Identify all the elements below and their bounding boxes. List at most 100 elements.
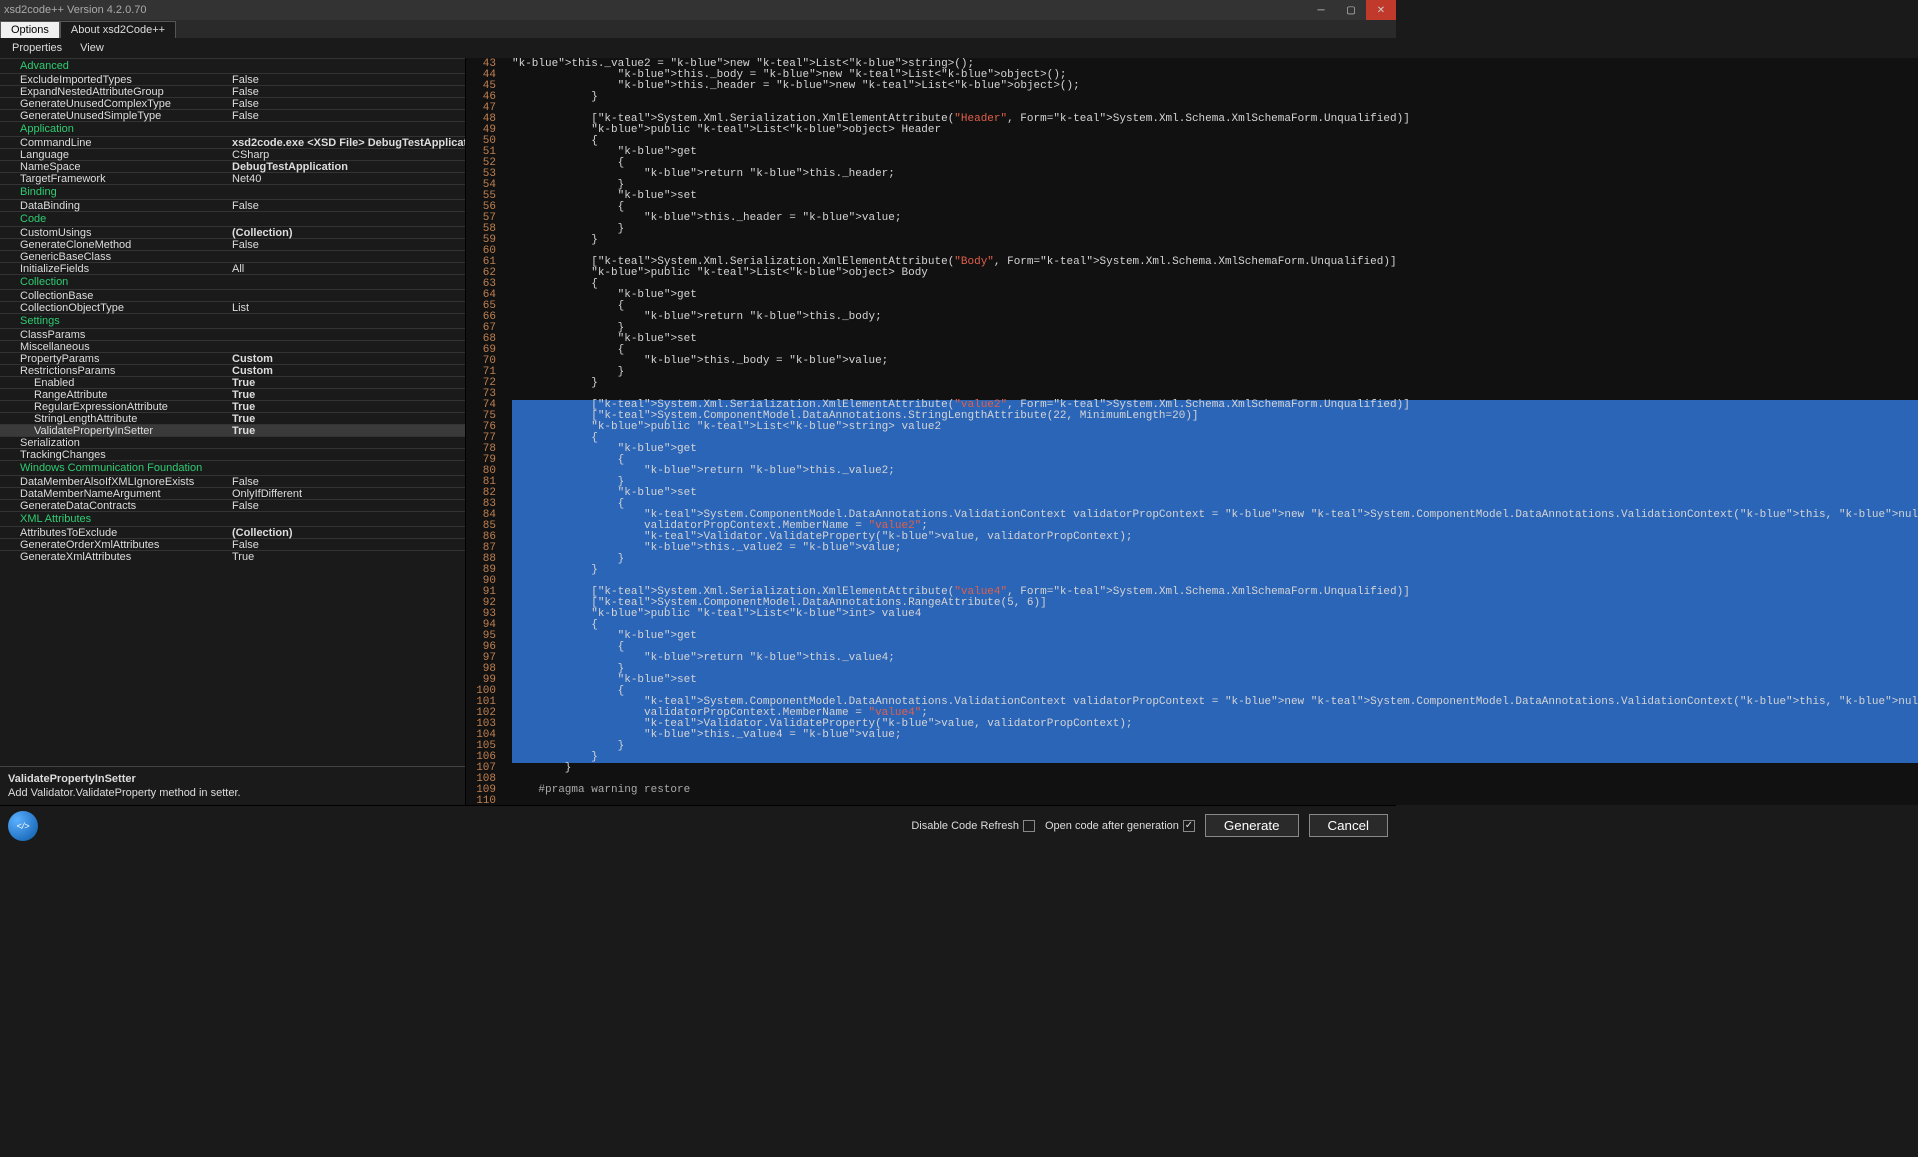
code-line[interactable]: } — [512, 180, 1918, 191]
prop-row[interactable]: LanguageCSharp — [0, 148, 465, 160]
code-line[interactable]: } — [512, 554, 1918, 565]
code-line[interactable]: { — [512, 279, 1918, 290]
generate-button[interactable]: Generate — [1205, 814, 1299, 837]
code-editor[interactable]: "k-blue">this._value2 = "k-blue">new "k-… — [512, 58, 1918, 805]
code-line[interactable]: } — [512, 477, 1918, 488]
prop-row[interactable]: DataMemberNameArgumentOnlyIfDifferent — [0, 487, 465, 499]
checkbox-icon[interactable] — [1023, 820, 1035, 832]
category-application[interactable]: Application — [0, 121, 465, 136]
code-line[interactable]: } — [512, 763, 1918, 774]
code-line[interactable]: } — [512, 741, 1918, 752]
prop-row[interactable]: GenerateUnusedComplexTypeFalse — [0, 97, 465, 109]
disable-refresh-checkbox[interactable]: Disable Code Refresh — [911, 820, 1035, 832]
prop-row[interactable]: CommandLinexsd2code.exe <XSD File> Debug… — [0, 136, 465, 148]
prop-row[interactable]: RestrictionsParamsCustom — [0, 364, 465, 376]
prop-row[interactable]: GenerateCloneMethodFalse — [0, 238, 465, 250]
prop-row[interactable]: RangeAttributeTrue — [0, 388, 465, 400]
prop-row[interactable]: ValidatePropertyInSetterTrue — [0, 424, 465, 436]
code-line[interactable]: "k-blue">public "k-teal">List<"k-blue">s… — [512, 422, 1918, 433]
minimize-button[interactable]: ─ — [1306, 0, 1336, 20]
tab-about[interactable]: About xsd2Code++ — [60, 21, 176, 38]
category-collection[interactable]: Collection — [0, 274, 465, 289]
prop-row[interactable]: EnabledTrue — [0, 376, 465, 388]
code-line[interactable]: } — [512, 224, 1918, 235]
prop-row[interactable]: CollectionBase — [0, 289, 465, 301]
prop-row[interactable]: StringLengthAttributeTrue — [0, 412, 465, 424]
prop-row[interactable]: PropertyParamsCustom — [0, 352, 465, 364]
cancel-button[interactable]: Cancel — [1309, 814, 1389, 837]
category-xmlattrs[interactable]: XML Attributes — [0, 511, 465, 526]
code-line[interactable]: "k-blue">get — [512, 631, 1918, 642]
code-line[interactable]: "k-blue">get — [512, 444, 1918, 455]
code-line[interactable]: } — [512, 378, 1918, 389]
code-line[interactable]: } — [512, 565, 1918, 576]
code-line[interactable]: } — [512, 367, 1918, 378]
category-advanced[interactable]: Advanced — [0, 58, 465, 73]
code-line[interactable]: "k-blue">get — [512, 290, 1918, 301]
category-settings[interactable]: Settings — [0, 313, 465, 328]
prop-row[interactable]: Serialization — [0, 436, 465, 448]
code-line[interactable]: "k-blue">return "k-blue">this._body; — [512, 312, 1918, 323]
code-line[interactable]: { — [512, 433, 1918, 444]
prop-row[interactable]: GenerateDataContractsFalse — [0, 499, 465, 511]
maximize-button[interactable]: ▢ — [1336, 0, 1366, 20]
category-wcf[interactable]: Windows Communication Foundation — [0, 460, 465, 475]
code-line[interactable]: "k-blue">this._body = "k-blue">value; — [512, 356, 1918, 367]
category-code[interactable]: Code — [0, 211, 465, 226]
tab-options[interactable]: Options — [0, 21, 60, 38]
prop-row[interactable]: ClassParams — [0, 328, 465, 340]
category-binding[interactable]: Binding — [0, 184, 465, 199]
prop-row[interactable]: ExcludeImportedTypesFalse — [0, 73, 465, 85]
prop-row[interactable]: DataMemberAlsoIfXMLIgnoreExistsFalse — [0, 475, 465, 487]
code-line[interactable]: "k-blue">set — [512, 675, 1918, 686]
prop-row[interactable]: GenerateUnusedSimpleTypeFalse — [0, 109, 465, 121]
code-line[interactable]: "k-blue">return "k-blue">this._value2; — [512, 466, 1918, 477]
code-line[interactable] — [512, 774, 1918, 785]
code-line[interactable]: "k-blue">set — [512, 334, 1918, 345]
menu-view[interactable]: View — [80, 42, 104, 54]
prop-row[interactable]: TargetFrameworkNet40 — [0, 172, 465, 184]
code-line[interactable]: "k-blue">return "k-blue">this._header; — [512, 169, 1918, 180]
code-line[interactable]: } — [512, 664, 1918, 675]
code-line[interactable] — [512, 796, 1918, 805]
desc-title: ValidatePropertyInSetter — [8, 773, 457, 785]
code-line[interactable]: "k-blue">public "k-teal">List<"k-blue">o… — [512, 268, 1918, 279]
code-line[interactable]: { — [512, 136, 1918, 147]
code-line[interactable]: "k-blue">set — [512, 191, 1918, 202]
prop-row[interactable]: CustomUsings(Collection) — [0, 226, 465, 238]
prop-row[interactable]: RegularExpressionAttributeTrue — [0, 400, 465, 412]
code-line[interactable]: { — [512, 620, 1918, 631]
open-after-checkbox[interactable]: Open code after generation ✓ — [1045, 820, 1195, 832]
prop-row[interactable]: GenerateXmlAttributesTrue — [0, 550, 465, 562]
code-line[interactable]: } — [512, 92, 1918, 103]
prop-row[interactable]: AttributesToExclude(Collection) — [0, 526, 465, 538]
prop-row[interactable]: GenerateOrderXmlAttributesFalse — [0, 538, 465, 550]
code-line[interactable]: "k-blue">this._header = "k-blue">value; — [512, 213, 1918, 224]
prop-row[interactable]: GenericBaseClass — [0, 250, 465, 262]
code-line[interactable]: "k-blue">this._header = "k-blue">new "k-… — [512, 81, 1918, 92]
prop-row[interactable]: InitializeFieldsAll — [0, 262, 465, 274]
code-line[interactable]: "k-blue">get — [512, 147, 1918, 158]
code-line[interactable]: } — [512, 752, 1918, 763]
titlebar[interactable]: xsd2code++ Version 4.2.0.70 ─ ▢ ✕ — [0, 0, 1396, 20]
menu-properties[interactable]: Properties — [12, 42, 62, 54]
prop-row[interactable]: DataBindingFalse — [0, 199, 465, 211]
checkbox-icon[interactable]: ✓ — [1183, 820, 1195, 832]
code-line[interactable]: #pragma warning restore — [512, 785, 1918, 796]
prop-row[interactable]: NameSpaceDebugTestApplication — [0, 160, 465, 172]
code-line[interactable]: "k-blue">this._value4 = "k-blue">value; — [512, 730, 1918, 741]
code-line[interactable]: "k-blue">this._value2 = "k-blue">value; — [512, 543, 1918, 554]
code-line[interactable]: "k-blue">public "k-teal">List<"k-blue">i… — [512, 609, 1918, 620]
code-line[interactable]: } — [512, 235, 1918, 246]
code-line[interactable]: "k-blue">return "k-blue">this._value4; — [512, 653, 1918, 664]
prop-row[interactable]: CollectionObjectTypeList — [0, 301, 465, 313]
code-line[interactable]: } — [512, 323, 1918, 334]
prop-row[interactable]: Miscellaneous — [0, 340, 465, 352]
code-line[interactable]: "k-blue">set — [512, 488, 1918, 499]
prop-row[interactable]: TrackingChanges — [0, 448, 465, 460]
line-number-gutter: 4344454647484950515253545556575859606162… — [466, 58, 500, 805]
prop-row[interactable]: ExpandNestedAttributeGroupFalse — [0, 85, 465, 97]
close-button[interactable]: ✕ — [1366, 0, 1396, 20]
property-grid[interactable]: Advanced ExcludeImportedTypesFalse Expan… — [0, 58, 465, 766]
code-line[interactable]: "k-blue">public "k-teal">List<"k-blue">o… — [512, 125, 1918, 136]
